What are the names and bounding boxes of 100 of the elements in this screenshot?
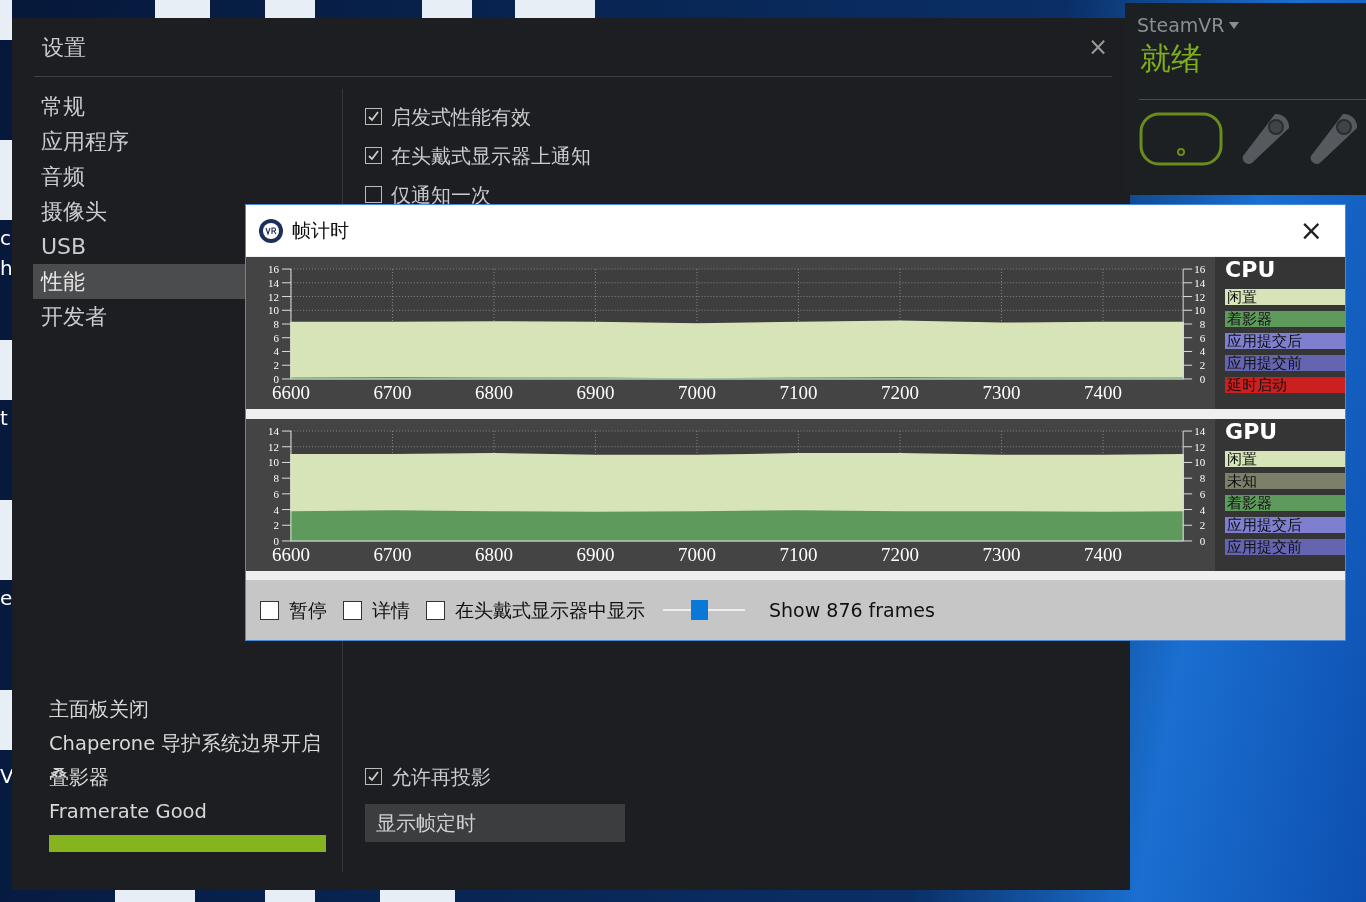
desktop-icon-label: t	[0, 408, 8, 428]
tick-label: 14	[268, 276, 279, 289]
desktop-icon-label: c	[0, 228, 11, 248]
tick-label: 8	[273, 318, 279, 330]
status-text: Framerate Good	[48, 799, 208, 825]
checkbox-label: 启发式性能有效	[391, 103, 531, 131]
tick-label: 6800	[475, 381, 513, 403]
desktop-icon[interactable]	[515, 0, 595, 18]
checkbox[interactable]	[260, 600, 279, 620]
tick-label: 8	[1199, 318, 1206, 330]
tick-label: 10	[1194, 456, 1206, 469]
desktop-icon[interactable]	[0, 500, 12, 580]
tick-label: 2	[273, 359, 279, 372]
desktop-icon[interactable]	[265, 890, 315, 902]
status-text: 主面板关闭	[48, 697, 150, 723]
desktop-icon[interactable]	[265, 0, 315, 18]
caret-icon	[1228, 21, 1239, 29]
tick-label: 14	[1194, 425, 1206, 438]
status-text: 就绪	[1139, 39, 1203, 77]
sidebar-item[interactable]: 音频	[33, 159, 342, 194]
checkbox[interactable]	[365, 108, 382, 125]
legend-item: 应用提交后	[1225, 333, 1345, 349]
tick-label: 10	[268, 456, 279, 469]
close-button[interactable]: ×	[1289, 216, 1333, 245]
tick-label: 7200	[881, 543, 919, 565]
tick-label: 0	[1199, 372, 1206, 385]
desktop-icon[interactable]	[0, 140, 12, 220]
checkbox-label: 在头戴式显示器上通知	[391, 142, 591, 170]
tick-label: 7100	[779, 381, 818, 403]
desktop-icon-label: e	[0, 588, 13, 608]
tick-label: 8	[273, 472, 279, 485]
checkbox-label: 详情	[372, 597, 410, 623]
tick-label: 7300	[982, 381, 1021, 403]
tick-label: 7300	[982, 543, 1021, 565]
tick-label: 0	[273, 534, 279, 547]
desktop-icon[interactable]	[0, 340, 12, 400]
legend-item: 闲置	[1225, 289, 1345, 305]
tick-label: 12	[1194, 440, 1206, 453]
tick-label: 7200	[881, 381, 919, 403]
tick-label: 12	[1194, 290, 1206, 303]
sidebar-item[interactable]: 常规	[33, 89, 342, 124]
checkbox[interactable]	[365, 186, 382, 203]
desktop-icon[interactable]	[155, 0, 210, 18]
tick-label: 6800	[475, 543, 513, 565]
sidebar-item[interactable]: 应用程序	[33, 124, 342, 159]
vr-logo-icon	[258, 217, 284, 244]
desktop-icon[interactable]	[422, 0, 472, 18]
tick-label: 6	[273, 331, 279, 344]
checkbox[interactable]	[365, 147, 382, 164]
tick-label: 6	[1199, 487, 1206, 500]
checkbox[interactable]	[426, 600, 445, 620]
legend-title: GPU	[1225, 419, 1279, 445]
checkbox[interactable]	[365, 768, 382, 785]
desktop-icon-label: h	[0, 258, 13, 278]
tick-label: 6	[273, 487, 279, 500]
tick-label: 0	[273, 372, 279, 385]
tick-label: 4	[273, 345, 279, 358]
show-frame-timing-button[interactable]: 显示帧定时	[365, 804, 625, 842]
tick-label: 6900	[576, 381, 615, 403]
tick-label: 4	[273, 503, 279, 516]
legend-item: 着影器	[1225, 311, 1345, 327]
window-title: 帧计时	[292, 218, 349, 244]
checkbox-label: 允许再投影	[391, 763, 491, 791]
desktop-icon[interactable]	[380, 890, 455, 902]
tick-label: 2	[1199, 519, 1206, 532]
tick-label: 10	[1194, 304, 1206, 317]
desktop-icon[interactable]	[0, 690, 12, 750]
tick-label: 16	[268, 263, 279, 276]
tick-label: 16	[1194, 263, 1206, 276]
tick-label: 7100	[779, 543, 818, 565]
steamvr-menu-title[interactable]: SteamVR	[1137, 11, 1225, 40]
checkbox[interactable]	[343, 600, 362, 620]
legend-item: 延时启动	[1225, 377, 1345, 393]
legend-item: 闲置	[1225, 451, 1345, 467]
checkbox-label: 仅通知一次	[391, 181, 491, 209]
desktop-icon[interactable]	[0, 0, 12, 40]
tick-label: 7400	[1084, 381, 1122, 403]
legend-item: 未知	[1225, 473, 1345, 489]
tick-label: 2	[1199, 359, 1206, 372]
status-text: 叠影器	[48, 765, 110, 791]
tick-label: 6900	[576, 543, 615, 565]
tick-label: 14	[268, 425, 279, 438]
close-button[interactable]: ×	[1083, 35, 1112, 59]
legend-item: 应用提交前	[1225, 539, 1345, 555]
tick-label: 6700	[373, 381, 412, 403]
tick-label: 4	[1199, 503, 1206, 516]
tick-label: 6700	[373, 543, 412, 565]
legend-item: 着影器	[1225, 495, 1345, 511]
desktop-icon[interactable]	[115, 890, 195, 902]
legend-title: CPU	[1225, 257, 1277, 283]
tick-label: 10	[268, 304, 279, 317]
tick-label: 2	[273, 519, 279, 532]
slider-thumb[interactable]	[691, 600, 709, 620]
legend-item: 应用提交前	[1225, 355, 1345, 371]
tick-label: 6	[1199, 331, 1206, 344]
window-title: 设置	[41, 33, 86, 62]
tick-label: 8	[1199, 472, 1206, 485]
checkbox-label: 暂停	[289, 597, 327, 623]
tick-label: 12	[268, 440, 279, 453]
tick-label: 7000	[678, 381, 716, 403]
